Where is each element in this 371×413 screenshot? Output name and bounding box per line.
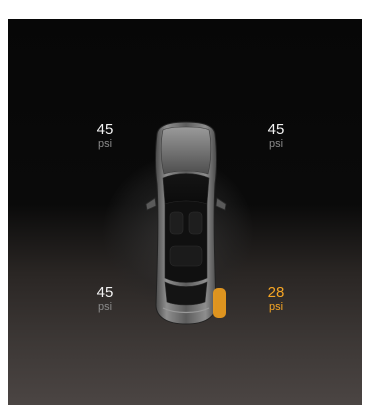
tire-rear-right: 28 psi <box>246 285 306 313</box>
tire-front-right: 45 psi <box>246 122 306 150</box>
tire-rear-left-unit: psi <box>97 301 113 313</box>
tire-rear-left: 45 psi <box>75 285 135 313</box>
tire-front-right-value: 45 <box>267 121 285 138</box>
tire-rear-left-value: 45 <box>96 284 114 301</box>
tire-pressure-screen: 45 psi 45 psi 45 psi 28 psi <box>8 19 362 405</box>
tire-front-right-unit: psi <box>268 138 284 150</box>
tire-rear-right-value: 28 <box>267 284 285 301</box>
tire-front-left: 45 psi <box>75 122 135 150</box>
low-pressure-tire-highlight-icon <box>213 288 226 318</box>
car-topview-icon <box>141 120 231 326</box>
tire-rear-right-unit: psi <box>268 301 284 313</box>
tire-front-left-unit: psi <box>97 138 113 150</box>
tire-front-left-value: 45 <box>96 121 114 138</box>
